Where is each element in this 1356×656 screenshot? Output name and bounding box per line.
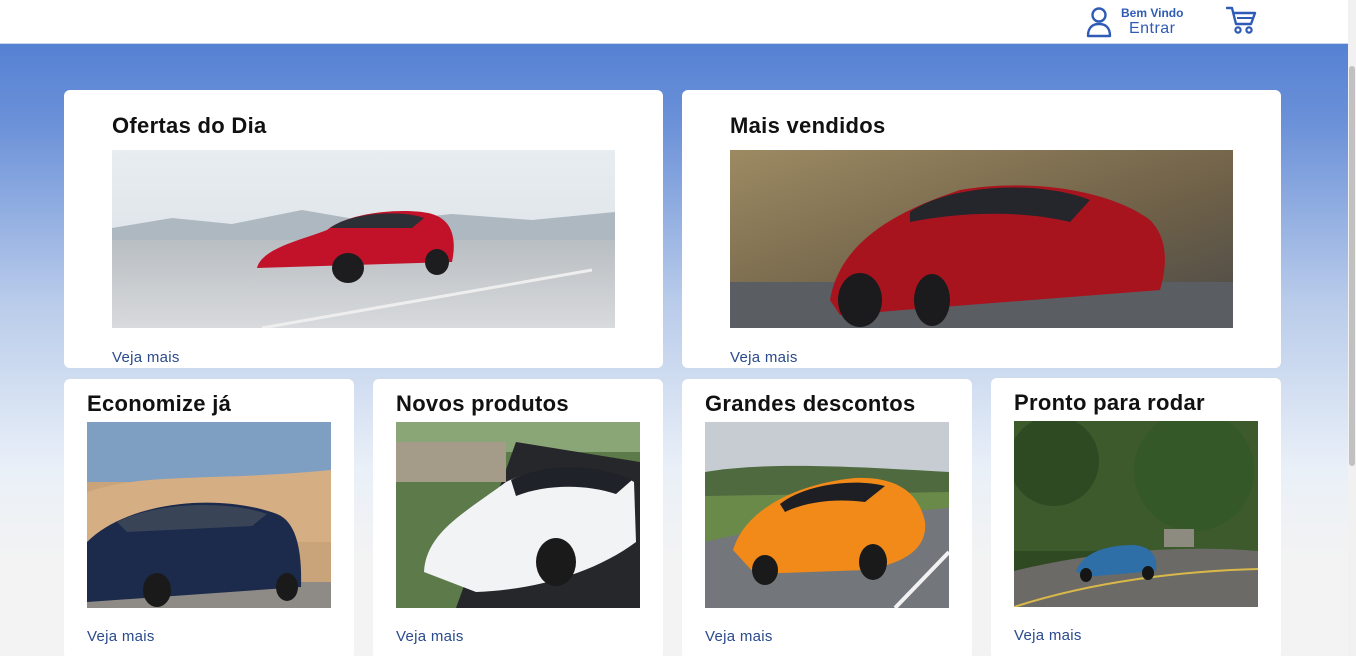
car-photo[interactable] xyxy=(730,150,1233,328)
card-title: Grandes descontos xyxy=(705,391,916,416)
car-photo[interactable] xyxy=(396,422,640,608)
top-navigation-bar: Bem Vindo Entrar xyxy=(0,0,1348,44)
card-big-discounts: Grandes descontos Veja mais xyxy=(682,379,972,656)
card-deals: Ofertas do Dia Veja mais xyxy=(64,90,663,368)
login-label: Entrar xyxy=(1128,20,1176,37)
card-title: Novos produtos xyxy=(396,391,569,416)
card-title: Mais vendidos xyxy=(730,113,886,138)
car-photo[interactable] xyxy=(87,422,331,608)
card-ready: Pronto para rodar Veja mais xyxy=(991,378,1281,656)
card-save: Economize já Veja mais xyxy=(64,379,354,656)
see-more-link[interactable]: Veja mais xyxy=(112,349,180,366)
cart-icon[interactable] xyxy=(1226,5,1258,35)
account-texts: Bem Vindo Entrar xyxy=(1121,6,1183,38)
user-icon xyxy=(1086,7,1112,38)
see-more-link[interactable]: Veja mais xyxy=(87,628,155,645)
page-scrollbar[interactable] xyxy=(1348,0,1356,656)
car-photo[interactable] xyxy=(705,422,949,608)
welcome-label: Bem Vindo xyxy=(1121,6,1184,20)
see-more-link[interactable]: Veja mais xyxy=(1014,627,1082,644)
card-title: Pronto para rodar xyxy=(1014,390,1205,415)
card-new-products: Novos produtos Veja mais xyxy=(373,379,663,656)
car-photo[interactable] xyxy=(1014,421,1258,607)
see-more-link[interactable]: Veja mais xyxy=(396,628,464,645)
card-bestsellers: Mais vendidos Veja mais xyxy=(682,90,1281,368)
scrollbar-thumb[interactable] xyxy=(1349,66,1355,466)
car-photo[interactable] xyxy=(112,150,615,328)
account-login-button[interactable]: Bem Vindo Entrar xyxy=(1086,4,1183,40)
card-title: Economize já xyxy=(87,391,232,416)
see-more-link[interactable]: Veja mais xyxy=(730,349,798,366)
see-more-link[interactable]: Veja mais xyxy=(705,628,773,645)
card-title: Ofertas do Dia xyxy=(112,113,267,138)
